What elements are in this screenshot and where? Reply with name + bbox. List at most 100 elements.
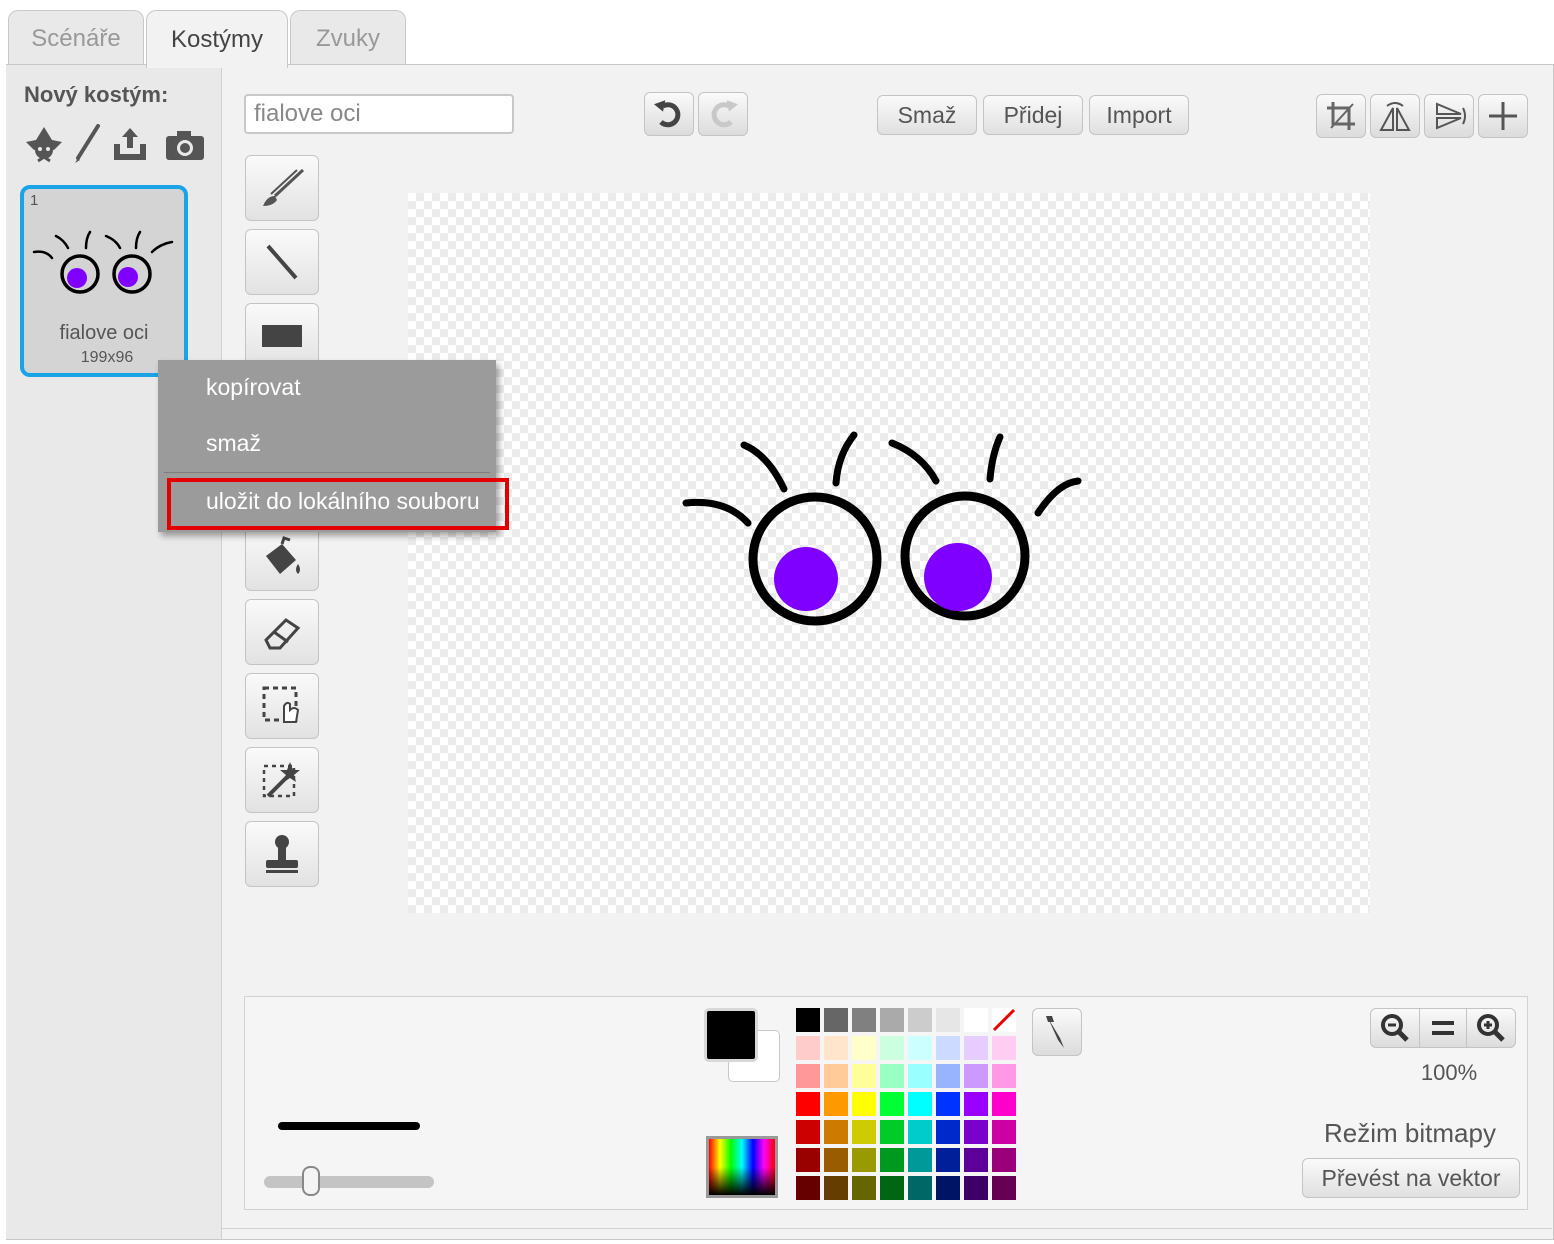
eraser-tool[interactable] [245,599,319,665]
undo-button[interactable] [644,92,694,136]
equals-icon [1432,1021,1454,1035]
color-swatch[interactable] [880,1176,904,1200]
color-swatch[interactable] [936,1148,960,1172]
color-swatch[interactable] [992,1036,1016,1060]
color-swatch[interactable] [880,1120,904,1144]
color-swatch[interactable] [880,1148,904,1172]
color-swatch[interactable] [852,1120,876,1144]
costume-name-input[interactable] [244,94,514,134]
color-swatch[interactable] [936,1092,960,1116]
color-swatch[interactable] [908,1064,932,1088]
color-swatch[interactable] [992,1120,1016,1144]
color-swatch[interactable] [880,1036,904,1060]
zoom-out-button[interactable] [1370,1008,1420,1048]
color-swatch[interactable] [796,1008,820,1032]
redo-icon [711,100,739,128]
color-swatch[interactable] [824,1176,848,1200]
color-swatch[interactable] [908,1148,932,1172]
drawing-canvas[interactable] [408,193,1370,913]
brush-tool[interactable] [245,155,319,221]
color-swatch[interactable] [964,1064,988,1088]
color-swatch[interactable] [796,1064,820,1088]
magic-select-tool[interactable] [245,747,319,813]
color-swatch[interactable] [796,1092,820,1116]
highlight-box [167,478,509,530]
primary-color-swatch[interactable] [704,1008,758,1062]
color-swatch[interactable] [880,1092,904,1116]
color-swatch[interactable] [880,1008,904,1032]
redo-button[interactable] [698,92,748,136]
color-swatch[interactable] [796,1176,820,1200]
line-width-preview [278,1122,420,1130]
paint-brush-icon[interactable] [72,124,102,164]
color-swatch[interactable] [992,1064,1016,1088]
import-button[interactable]: Import [1089,95,1189,135]
color-swatch[interactable] [824,1064,848,1088]
eyedropper-button[interactable] [1032,1008,1082,1056]
color-swatch[interactable] [936,1036,960,1060]
color-swatch[interactable] [908,1008,932,1032]
color-swatch[interactable] [796,1036,820,1060]
color-swatch[interactable] [964,1176,988,1200]
line-width-slider[interactable] [264,1176,434,1188]
color-swatch[interactable] [992,1148,1016,1172]
color-swatch[interactable] [936,1008,960,1032]
color-swatch[interactable] [852,1036,876,1060]
crop-button[interactable] [1316,94,1366,138]
color-swatch[interactable] [824,1120,848,1144]
color-swatch[interactable] [824,1008,848,1032]
add-button[interactable]: Přidej [983,95,1083,135]
flip-horizontal-button[interactable] [1370,94,1420,138]
set-center-button[interactable] [1478,94,1528,138]
color-swatch[interactable] [852,1092,876,1116]
line-width-slider-handle[interactable] [302,1166,320,1196]
color-swatch[interactable] [852,1008,876,1032]
color-swatch[interactable] [964,1148,988,1172]
costume-drawing [682,431,1082,626]
zoom-in-button[interactable] [1466,1008,1516,1048]
crosshair-icon [1489,102,1517,130]
upload-icon[interactable] [110,124,150,164]
color-swatch[interactable] [824,1036,848,1060]
color-swatch[interactable] [824,1148,848,1172]
color-swatch[interactable] [880,1064,904,1088]
color-swatch[interactable] [908,1092,932,1116]
stamp-tool[interactable] [245,821,319,887]
tab-sounds[interactable]: Zvuky [290,10,406,66]
line-tool[interactable] [245,229,319,295]
color-swatch[interactable] [852,1064,876,1088]
clear-button[interactable]: Smaž [877,95,977,135]
menu-item-duplicate[interactable]: kopírovat [206,374,301,401]
menu-item-delete[interactable]: smaž [206,430,261,457]
color-swatch[interactable] [992,1176,1016,1200]
select-tool[interactable] [245,673,319,739]
flip-vertical-button[interactable] [1424,94,1474,138]
color-swatch[interactable] [936,1120,960,1144]
color-swatch[interactable] [964,1036,988,1060]
color-swatch[interactable] [964,1092,988,1116]
tab-costumes[interactable]: Kostýmy [146,10,288,68]
color-swatch[interactable] [852,1148,876,1172]
color-swatch[interactable] [908,1120,932,1144]
convert-to-vector-button[interactable]: Převést na vektor [1302,1158,1520,1198]
color-swatch[interactable] [936,1176,960,1200]
color-swatch[interactable] [908,1036,932,1060]
zoom-reset-button[interactable] [1419,1008,1467,1048]
zoom-in-icon [1477,1014,1505,1042]
tab-scripts[interactable]: Scénáře [8,10,144,66]
color-swatch[interactable] [992,1092,1016,1116]
color-picker-spectrum[interactable] [706,1136,778,1198]
color-swatch[interactable] [852,1176,876,1200]
sprite-library-icon[interactable] [24,124,64,164]
color-swatch[interactable] [796,1120,820,1144]
fill-tool[interactable] [245,525,319,591]
color-swatch[interactable] [796,1148,820,1172]
color-swatch[interactable] [964,1120,988,1144]
camera-icon[interactable] [164,128,206,162]
color-swatch[interactable] [908,1176,932,1200]
color-swatch[interactable] [964,1008,988,1032]
transparent-color-swatch[interactable] [992,1008,1016,1032]
color-swatch[interactable] [936,1064,960,1088]
color-swatch[interactable] [824,1092,848,1116]
new-costume-label: Nový kostým: [24,82,169,107]
